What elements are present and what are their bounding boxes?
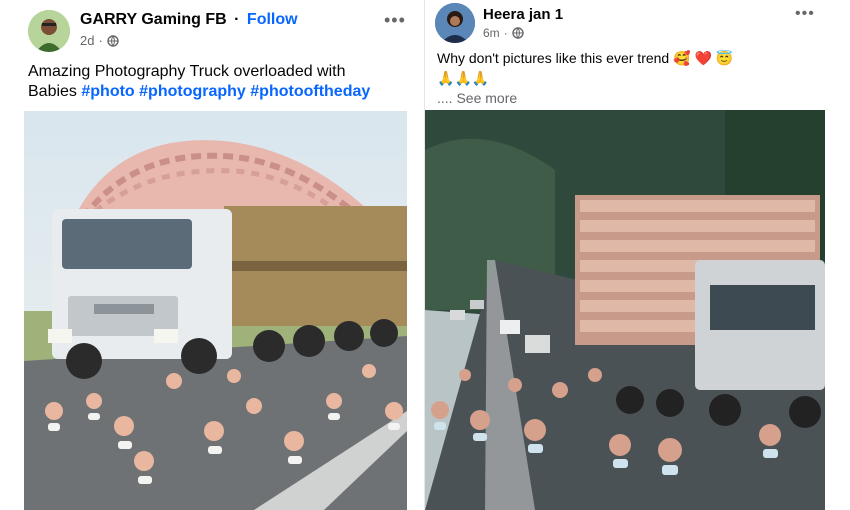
meta-separator: · bbox=[98, 33, 103, 48]
post-caption: Amazing Photography Truck overloaded wit… bbox=[28, 62, 370, 102]
caption-line-2: Babies #photo #photography #photooftheda… bbox=[28, 83, 371, 100]
avatar[interactable] bbox=[435, 3, 475, 43]
caption-line-1: Amazing Photography Truck overloaded wit… bbox=[28, 63, 346, 80]
truck-babies-image bbox=[24, 111, 407, 510]
hashtag-photography[interactable]: #photography bbox=[139, 83, 246, 100]
see-more-row: .... See more bbox=[437, 90, 518, 106]
author-name[interactable]: GARRY Gaming FB · Follow bbox=[80, 11, 298, 29]
smiling-hearts-emoji: 🥰 bbox=[673, 50, 691, 66]
caption-line-2: 🙏🙏🙏 bbox=[437, 68, 733, 88]
globe-icon bbox=[107, 34, 119, 47]
post-image[interactable] bbox=[24, 111, 407, 510]
caption-line-1: Why don't pictures like this ever trend … bbox=[437, 50, 734, 66]
globe-icon bbox=[511, 27, 524, 39]
folded-hands-emoji: 🙏 bbox=[437, 70, 455, 86]
folded-hands-emoji: 🙏 bbox=[454, 70, 472, 86]
see-more-link[interactable]: See more bbox=[456, 90, 517, 106]
post-meta: 6m · bbox=[483, 26, 524, 40]
more-options-icon[interactable]: ••• bbox=[384, 11, 406, 29]
avatar-photo bbox=[435, 3, 475, 43]
post-image[interactable] bbox=[425, 110, 825, 510]
hashtag-photo[interactable]: #photo bbox=[81, 83, 134, 100]
hashtag-photooftheday[interactable]: #photooftheday bbox=[250, 83, 370, 100]
post-caption: Why don't pictures like this ever trend … bbox=[437, 48, 733, 108]
timestamp[interactable]: 6m bbox=[483, 26, 500, 40]
post-right: Heera jan 1 6m · ••• Why don't pictures … bbox=[425, 0, 850, 510]
more-options-icon[interactable]: ••• bbox=[795, 6, 815, 22]
post-left: GARRY Gaming FB · Follow 2d · ••• Amazin… bbox=[0, 0, 425, 510]
timestamp[interactable]: 2d bbox=[80, 33, 94, 48]
separator: · bbox=[234, 11, 240, 28]
avatar[interactable] bbox=[28, 10, 70, 52]
post-meta: 2d · bbox=[80, 33, 119, 48]
meta-separator: · bbox=[503, 26, 508, 40]
folded-hands-emoji: 🙏 bbox=[471, 70, 490, 86]
author-name[interactable]: Heera jan 1 bbox=[483, 6, 563, 23]
avatar-photo bbox=[28, 10, 70, 52]
truck-babies-image bbox=[425, 110, 825, 510]
follow-button[interactable]: Follow bbox=[247, 11, 298, 28]
red-heart-emoji: ❤️ bbox=[694, 50, 712, 66]
halo-face-emoji: 😇 bbox=[715, 50, 734, 66]
